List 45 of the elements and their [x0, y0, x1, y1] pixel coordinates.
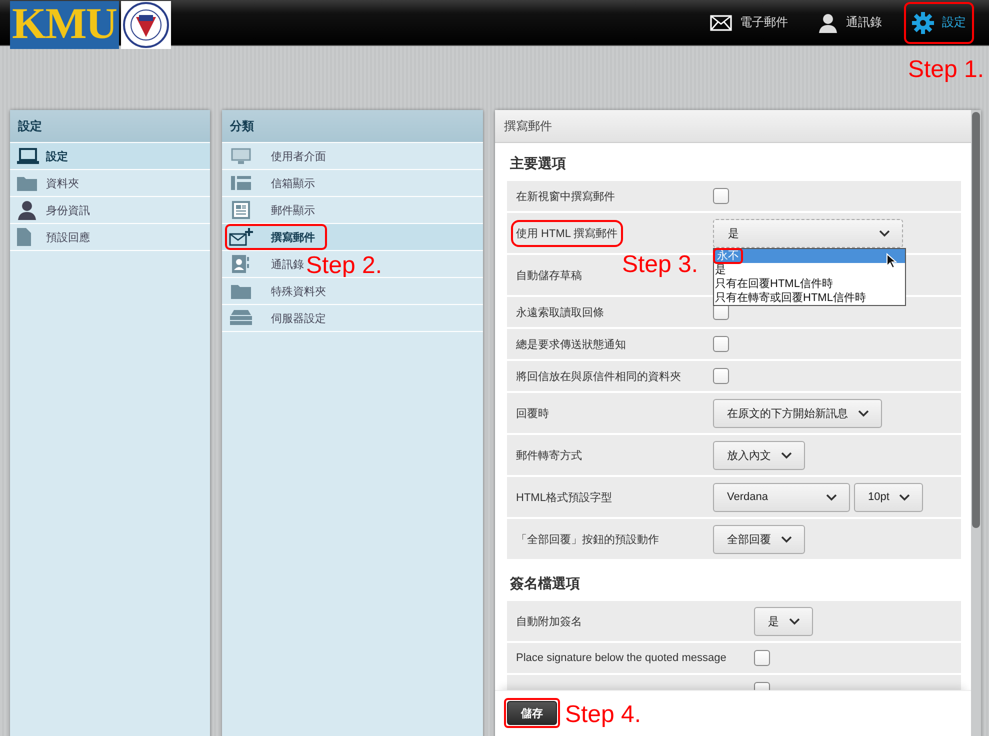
- section-item[interactable]: 特殊資料夾: [222, 278, 483, 305]
- sidebar-item[interactable]: 資料夾: [10, 170, 210, 197]
- dropdown[interactable]: 是: [754, 606, 813, 636]
- dropdown-option[interactable]: 是: [714, 262, 905, 276]
- dropdown[interactable]: 10pt: [854, 482, 924, 512]
- option-label: 自動儲存草稿: [515, 268, 583, 284]
- section-heading: 主要選項: [510, 155, 567, 173]
- step-annotation: Step 4.: [565, 703, 642, 727]
- dropdown[interactable]: 在原文的下方開始新訊息: [713, 398, 882, 428]
- dropdown[interactable]: 全部回覆: [713, 524, 805, 554]
- section-item[interactable]: 伺服器設定: [222, 305, 483, 332]
- panel-title: 撰寫郵件: [495, 110, 971, 143]
- step-annotation: Step 2.: [306, 254, 382, 278]
- option-label: 使用 HTML 撰寫郵件: [511, 220, 623, 246]
- save-button[interactable]: 儲存: [507, 701, 557, 725]
- option-label: Place signature below the quoted message: [515, 651, 728, 666]
- step-annotation: Step 1.: [908, 58, 984, 82]
- sidebar-item[interactable]: 預設回應: [10, 224, 210, 251]
- panel-title: 分類: [222, 110, 483, 143]
- option-label: 總是要求傳送狀態通知: [515, 338, 627, 352]
- panel-title: 設定: [10, 110, 210, 143]
- option-label: 在新視窗中撰寫郵件: [515, 190, 616, 204]
- section-item[interactable]: 撰寫郵件: [222, 224, 483, 251]
- step-annotation: Step 3.: [622, 252, 698, 276]
- sidebar-item[interactable]: 設定: [10, 143, 210, 170]
- option-label: 永遠索取讀取回條: [515, 306, 605, 320]
- option-label: 「全部回覆」按鈕的預設動作: [515, 532, 660, 548]
- dropdown[interactable]: 放入內文: [713, 440, 805, 470]
- sidebar-item[interactable]: 身份資訊: [10, 197, 210, 224]
- dropdown-option[interactable]: 只有在轉寄或回覆HTML信件時: [714, 290, 905, 304]
- option-label: 自動附加簽名: [515, 614, 583, 630]
- option-label: 將回信放在與原信件相同的資料夾: [515, 370, 682, 384]
- option-label: 郵件轉寄方式: [515, 448, 583, 464]
- option-label: 回覆時: [515, 406, 550, 422]
- nav-item[interactable]: 電子郵件: [702, 4, 796, 41]
- option-label: HTML格式預設字型: [515, 490, 613, 506]
- section-item[interactable]: 使用者介面: [222, 143, 483, 170]
- dropdown[interactable]: 是: [713, 218, 903, 248]
- logo-text: KMU: [10, 1, 119, 49]
- section-heading: 簽名檔選項: [510, 575, 581, 593]
- dropdown[interactable]: Verdana: [713, 482, 850, 512]
- nav-item[interactable]: 通訊錄: [810, 2, 890, 42]
- nav-item[interactable]: 設定: [904, 2, 974, 44]
- section-item[interactable]: 信箱顯示: [222, 170, 483, 197]
- dropdown-option[interactable]: 只有在回覆HTML信件時: [714, 276, 905, 290]
